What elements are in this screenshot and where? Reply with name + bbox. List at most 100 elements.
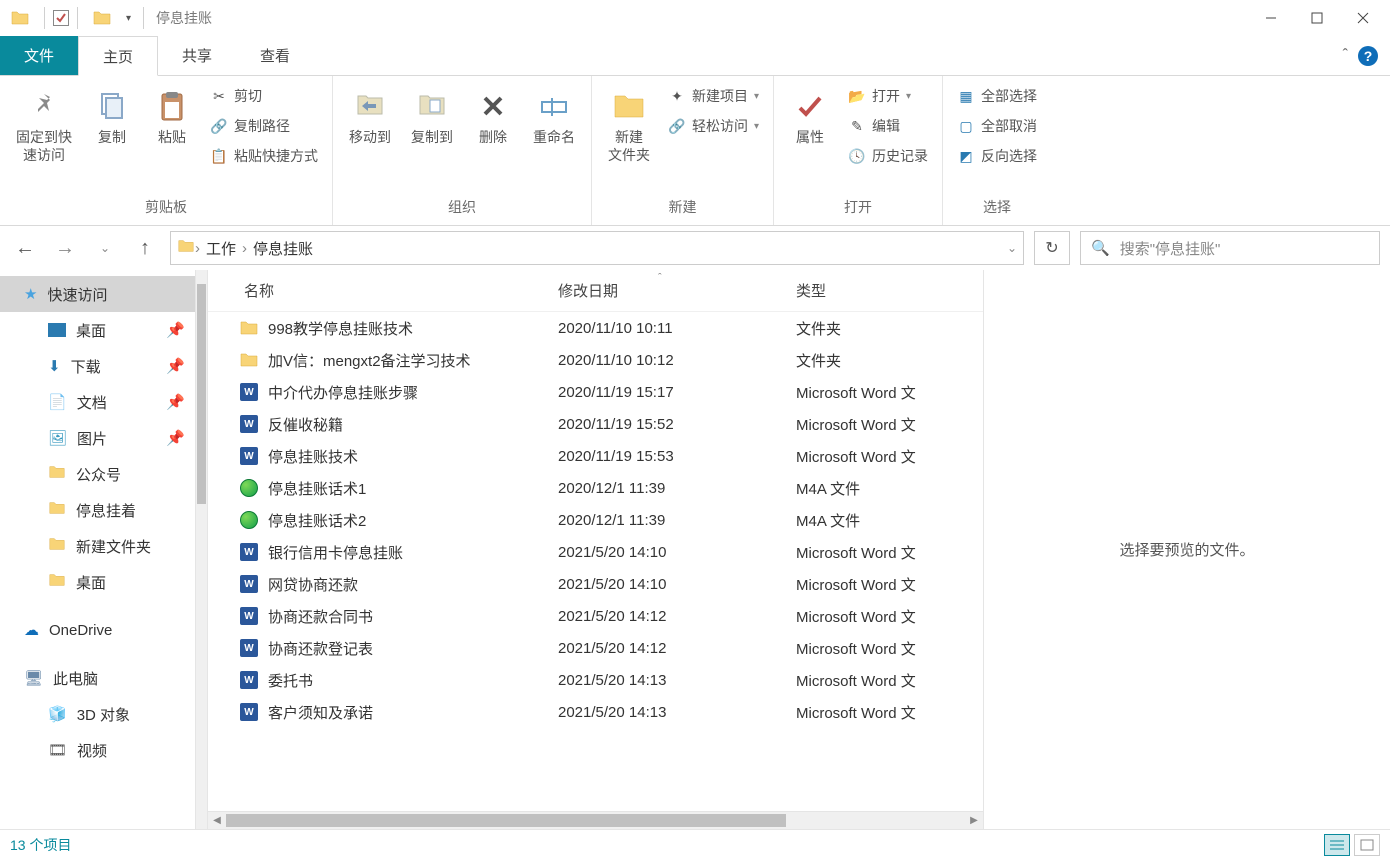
tab-view[interactable]: 查看 — [236, 36, 314, 75]
sidebar-this-pc[interactable]: 🖥此电脑 — [0, 660, 195, 696]
select-none-button[interactable]: ▢全部取消 — [957, 116, 1037, 136]
qat-dropdown-icon[interactable]: ▾ — [122, 13, 135, 24]
copy-to-icon — [412, 86, 452, 126]
file-row[interactable]: W客户须知及承诺2021/5/20 14:13Microsoft Word 文 — [208, 696, 983, 728]
forward-button[interactable]: → — [50, 233, 80, 263]
sidebar-onedrive[interactable]: ☁OneDrive — [0, 612, 195, 648]
delete-button[interactable]: 删除 — [463, 80, 523, 152]
col-name[interactable]: 名称 — [244, 280, 274, 301]
copy-path-button[interactable]: 🔗复制路径 — [210, 116, 318, 136]
history-icon: 🕓 — [848, 147, 866, 165]
word-icon: W — [238, 669, 260, 691]
cut-button[interactable]: ✂剪切 — [210, 86, 318, 106]
tab-home[interactable]: 主页 — [78, 36, 158, 76]
paste-button[interactable]: 粘贴 — [142, 80, 202, 152]
properties-button[interactable]: 属性 — [780, 80, 840, 152]
check-icon — [790, 86, 830, 126]
copy-button[interactable]: 复制 — [82, 80, 142, 152]
file-row[interactable]: 停息挂账话术12020/12/1 11:39M4A 文件 — [208, 472, 983, 504]
collapse-ribbon-icon[interactable]: ˆ — [1343, 47, 1348, 65]
rename-button[interactable]: 重命名 — [523, 80, 585, 152]
folder-icon — [238, 317, 260, 339]
file-type: Microsoft Word 文 — [796, 574, 966, 595]
select-all-button[interactable]: ▦全部选择 — [957, 86, 1037, 106]
new-folder-button[interactable]: 新建 文件夹 — [598, 80, 660, 170]
open-button[interactable]: 📂打开▾ — [848, 86, 928, 106]
scroll-right-icon[interactable]: ▶ — [965, 812, 983, 829]
history-button[interactable]: 🕓历史记录 — [848, 146, 928, 166]
new-item-button[interactable]: ✦新建项目▾ — [668, 86, 759, 106]
file-type: Microsoft Word 文 — [796, 638, 966, 659]
tab-share[interactable]: 共享 — [158, 36, 236, 75]
minimize-button[interactable] — [1248, 0, 1294, 36]
file-name: 998教学停息挂账技术 — [268, 318, 413, 339]
sidebar-documents[interactable]: 📄文档📌 — [0, 384, 195, 420]
recent-dropdown[interactable]: ⌄ — [90, 233, 120, 263]
view-details-button[interactable] — [1324, 834, 1350, 856]
tab-file[interactable]: 文件 — [0, 36, 78, 75]
file-row[interactable]: W停息挂账技术2020/11/19 15:53Microsoft Word 文 — [208, 440, 983, 472]
breadcrumb-seg[interactable]: 工作 — [200, 238, 242, 259]
sidebar-item[interactable]: 停息挂着 — [0, 492, 195, 528]
sidebar-item[interactable]: 公众号 — [0, 456, 195, 492]
sidebar-pictures[interactable]: 🖼图片📌 — [0, 420, 195, 456]
star-icon: ★ — [24, 285, 37, 303]
col-date[interactable]: 修改日期 ˆ — [558, 280, 618, 301]
scrollbar-thumb[interactable] — [226, 814, 786, 827]
col-type[interactable]: 类型 — [796, 280, 826, 301]
view-large-button[interactable] — [1354, 834, 1380, 856]
scroll-left-icon[interactable]: ◀ — [208, 812, 226, 829]
file-row[interactable]: W协商还款合同书2021/5/20 14:12Microsoft Word 文 — [208, 600, 983, 632]
back-button[interactable]: ← — [10, 233, 40, 263]
sidebar-item[interactable]: 桌面 — [0, 564, 195, 600]
pin-quick-access-button[interactable]: 固定到快 速访问 — [6, 80, 82, 170]
file-row[interactable]: W协商还款登记表2021/5/20 14:12Microsoft Word 文 — [208, 632, 983, 664]
qat-checkbox[interactable] — [53, 10, 69, 26]
horizontal-scrollbar[interactable]: ◀ ▶ — [208, 811, 983, 829]
sidebar-item[interactable]: 新建文件夹 — [0, 528, 195, 564]
folder-icon — [48, 463, 66, 485]
maximize-button[interactable] — [1294, 0, 1340, 36]
invert-select-button[interactable]: ◩反向选择 — [957, 146, 1037, 166]
sidebar-3d[interactable]: 🧊3D 对象 — [0, 696, 195, 732]
up-button[interactable]: ↑ — [130, 233, 160, 263]
pin-icon: 📌 — [166, 321, 185, 339]
pc-icon: 🖥 — [24, 669, 43, 687]
file-name: 客户须知及承诺 — [268, 702, 373, 723]
file-row[interactable]: W银行信用卡停息挂账2021/5/20 14:10Microsoft Word … — [208, 536, 983, 568]
easy-access-button[interactable]: 🔗轻松访问▾ — [668, 116, 759, 136]
file-list-pane: 名称 修改日期 ˆ 类型 998教学停息挂账技术2020/11/10 10:11… — [208, 270, 984, 829]
breadcrumb-seg[interactable]: 停息挂账 — [247, 238, 319, 259]
file-row[interactable]: 停息挂账话术22020/12/1 11:39M4A 文件 — [208, 504, 983, 536]
file-row[interactable]: W网贷协商还款2021/5/20 14:10Microsoft Word 文 — [208, 568, 983, 600]
file-row[interactable]: W反催收秘籍2020/11/19 15:52Microsoft Word 文 — [208, 408, 983, 440]
sidebar-downloads[interactable]: ⬇下载📌 — [0, 348, 195, 384]
word-icon: W — [238, 637, 260, 659]
sidebar-desktop[interactable]: 桌面📌 — [0, 312, 195, 348]
file-row[interactable]: 998教学停息挂账技术2020/11/10 10:11文件夹 — [208, 312, 983, 344]
file-row[interactable]: W中介代办停息挂账步骤2020/11/19 15:17Microsoft Wor… — [208, 376, 983, 408]
file-date: 2021/5/20 14:10 — [558, 576, 778, 593]
address-bar[interactable]: › 工作 › 停息挂账 ⌄ — [170, 231, 1024, 265]
cloud-icon: ☁ — [24, 621, 39, 639]
search-icon: 🔍 — [1091, 239, 1110, 257]
folder-icon — [238, 349, 260, 371]
move-to-button[interactable]: 移动到 — [339, 80, 401, 152]
copy-to-button[interactable]: 复制到 — [401, 80, 463, 152]
file-name: 中介代办停息挂账步骤 — [268, 382, 418, 403]
group-organize: 移动到 复制到 删除 重命名 组织 — [333, 76, 592, 225]
refresh-button[interactable]: ↻ — [1034, 231, 1070, 265]
scrollbar-thumb[interactable] — [197, 284, 206, 504]
folder-icon — [177, 237, 195, 259]
paste-shortcut-button[interactable]: 📋粘贴快捷方式 — [210, 146, 318, 166]
sidebar-videos[interactable]: 🎞视频 — [0, 732, 195, 768]
sidebar-scrollbar[interactable] — [195, 270, 207, 829]
close-button[interactable] — [1340, 0, 1386, 36]
search-input[interactable]: 🔍 搜索"停息挂账" — [1080, 231, 1380, 265]
file-row[interactable]: 加V信：mengxt2备注学习技术2020/11/10 10:12文件夹 — [208, 344, 983, 376]
addr-dropdown-icon[interactable]: ⌄ — [1007, 241, 1017, 255]
file-row[interactable]: W委托书2021/5/20 14:13Microsoft Word 文 — [208, 664, 983, 696]
sidebar-quick-access[interactable]: ★快速访问 — [0, 276, 195, 312]
help-icon[interactable]: ? — [1358, 46, 1378, 66]
edit-button[interactable]: ✎编辑 — [848, 116, 928, 136]
